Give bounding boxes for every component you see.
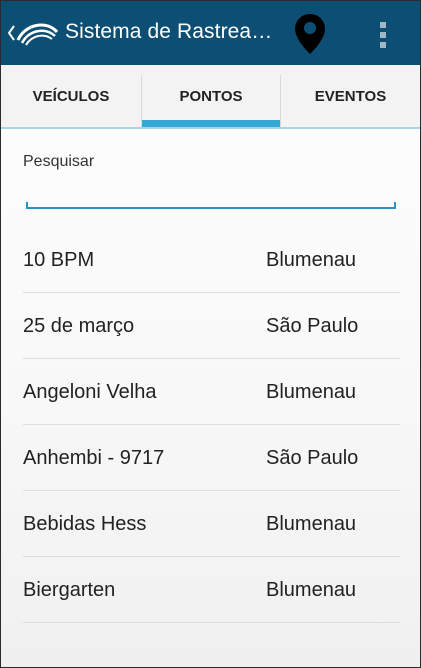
search-underline: [26, 207, 396, 209]
list-item[interactable]: 25 de março São Paulo: [1, 293, 420, 359]
point-name: Bebidas Hess: [23, 513, 147, 535]
list-item[interactable]: Biergarten Blumenau: [1, 557, 420, 623]
tab-veiculos[interactable]: VEÍCULOS: [1, 65, 141, 127]
point-name: Angeloni Velha: [23, 381, 157, 403]
map-pin-icon[interactable]: [293, 12, 327, 56]
point-name: Anhembi - 9717: [23, 447, 165, 469]
point-city: Blumenau: [266, 579, 357, 601]
point-name: 25 de março: [23, 315, 135, 337]
point-city: São Paulo: [266, 315, 359, 337]
list-item[interactable]: Bebidas Hess Blumenau: [1, 491, 420, 557]
tab-bar: VEÍCULOS PONTOS EVENTOS: [1, 65, 420, 129]
point-city: Blumenau: [266, 513, 357, 535]
list-item[interactable]: Angeloni Velha Blumenau: [1, 359, 420, 425]
tab-eventos[interactable]: EVENTOS: [281, 65, 420, 127]
selected-tab-indicator: [142, 120, 280, 127]
point-city: Blumenau: [266, 381, 357, 403]
search-underline-edge: [394, 202, 396, 208]
tab-pontos[interactable]: PONTOS: [142, 65, 280, 127]
row-divider: [23, 622, 400, 623]
point-name: Biergarten: [23, 579, 116, 601]
point-name: 10 BPM: [23, 249, 95, 271]
search-input[interactable]: [26, 177, 395, 207]
app-screen: Sistema de Rastrea… VEÍCULOS PONTOS EVEN…: [0, 0, 421, 668]
point-city: São Paulo: [266, 447, 359, 469]
overflow-menu-icon[interactable]: [375, 20, 391, 50]
app-bar: Sistema de Rastrea…: [1, 1, 420, 65]
app-title: Sistema de Rastrea…: [65, 20, 273, 43]
points-list: 10 BPM Blumenau 25 de março São Paulo An…: [1, 227, 420, 623]
search-label: Pesquisar: [23, 153, 95, 170]
point-city: Blumenau: [266, 249, 357, 271]
list-item[interactable]: Anhembi - 9717 São Paulo: [1, 425, 420, 491]
list-item[interactable]: 10 BPM Blumenau: [1, 227, 420, 293]
app-logo-icon: [16, 23, 59, 46]
search-underline-edge: [26, 202, 28, 208]
